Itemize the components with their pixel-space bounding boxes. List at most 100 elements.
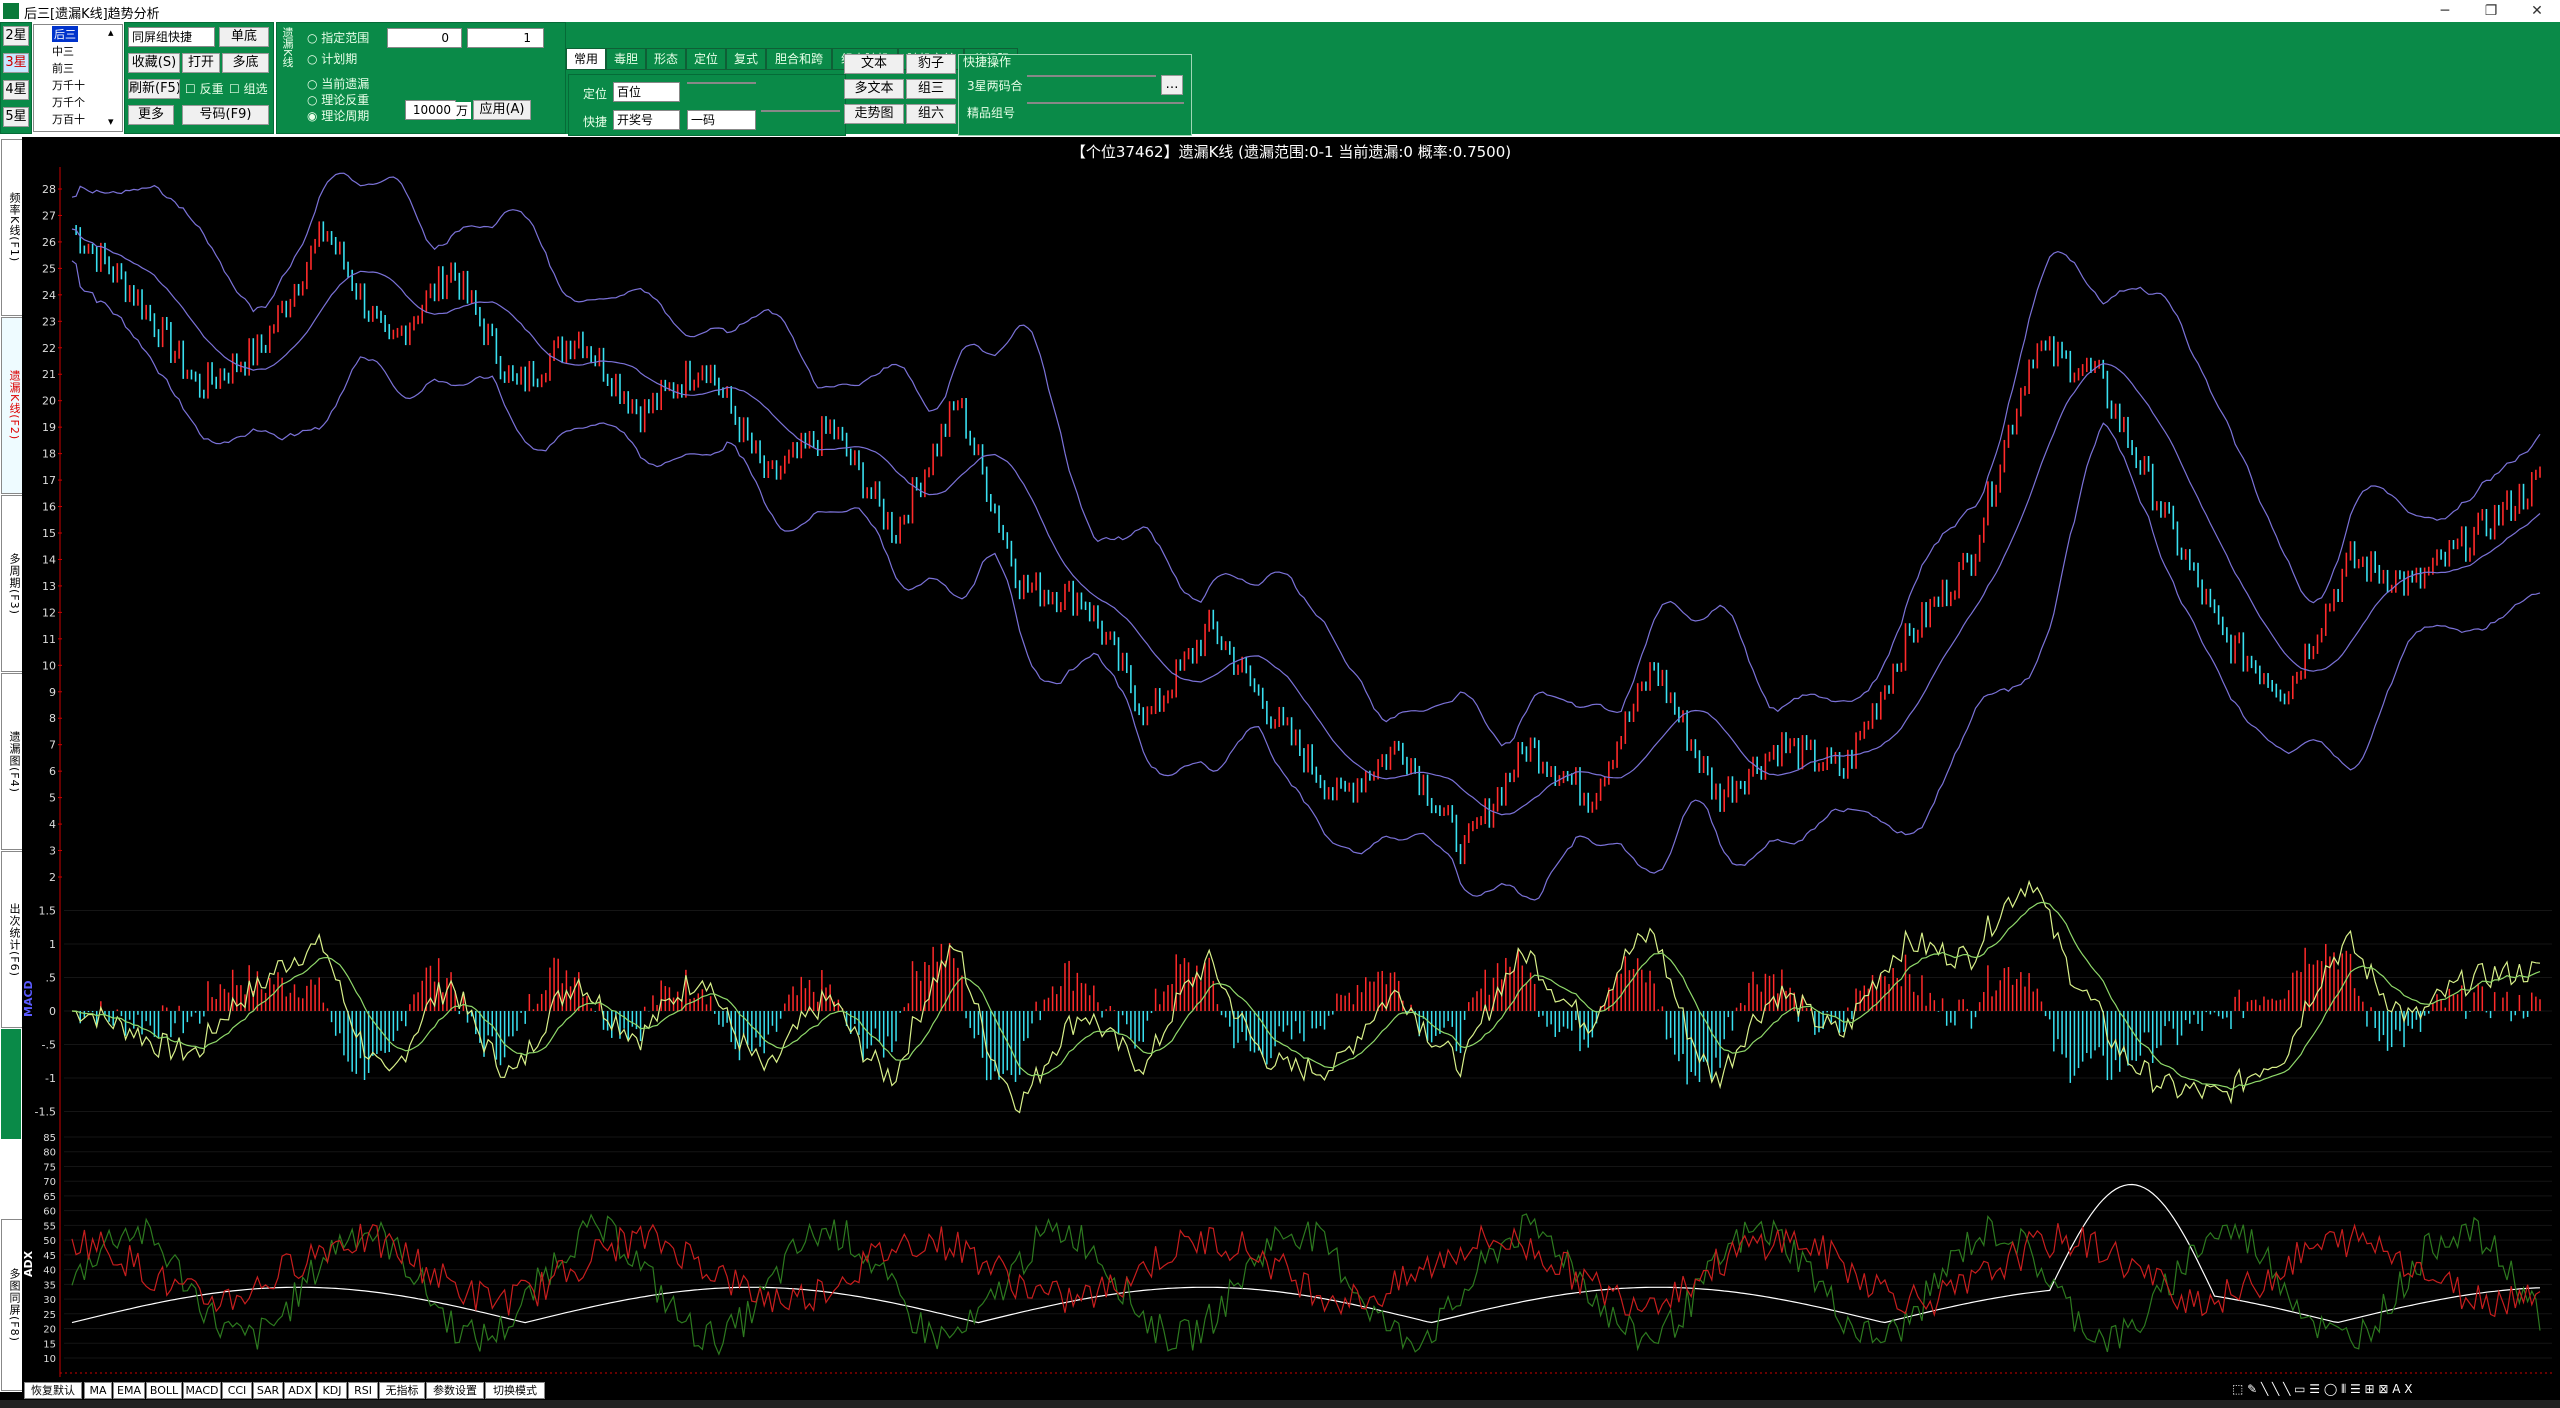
switch-mode-button[interactable]: 切换模式 [485,1382,545,1399]
periods-input[interactable]: 10000 [405,100,456,120]
opt-plan-radio[interactable]: ○ 计划期 [307,50,357,67]
star-3-button[interactable]: 3星 [3,53,29,73]
ma-button[interactable]: MA [84,1382,112,1399]
trend-button[interactable]: 走势图 [844,104,904,124]
tab-shape[interactable]: 形态 [646,48,686,70]
two-code-select[interactable] [1027,75,1156,77]
band-upper [71,172,2541,747]
sar-button[interactable]: SAR [253,1382,283,1399]
group6-button[interactable]: 组六 [906,104,956,124]
y-tick-label: 25 [42,262,56,275]
title-bar: 后三[遗漏K线]趋势分析 ─ ❐ ✕ [0,0,2560,23]
range-to-input[interactable]: 1 [467,28,544,48]
sidebar-item-multi-cycle[interactable]: 多周期(F3) [1,495,23,672]
list-item[interactable]: 前三 [52,60,74,76]
adx-tick-label: 45 [43,1251,56,1262]
opt-range-label: 指定范围 [321,31,370,45]
adx-tick-label: 60 [43,1207,56,1218]
position-select[interactable]: 百位 [613,82,680,102]
y-tick-label: 23 [42,315,56,328]
close-button[interactable]: ✕ [2514,0,2560,22]
list-item[interactable]: 中三 [52,43,74,59]
list-item[interactable]: 万千十 [52,77,85,93]
range-from-input[interactable]: 0 [387,28,462,48]
position-sub-select[interactable] [687,82,756,84]
sidebar-item-multi-screen[interactable]: 多图同屏(F8) [1,1219,23,1391]
quick-extra-select[interactable] [761,110,840,112]
group3-button[interactable]: 组三 [906,79,956,99]
combo-checkbox[interactable]: ☐ 组选 [229,80,268,97]
scroll-down-icon[interactable]: ▾ [108,115,114,128]
macd-tick-label: .5 [46,972,57,985]
opt-range-radio[interactable]: ○ 指定范围 [307,29,369,46]
multi-text-button[interactable]: 多文本 [844,79,904,99]
quick-sub-select[interactable]: 一码 [687,110,756,130]
code-button[interactable]: 号码(F9) [182,105,269,125]
rsi-button[interactable]: RSI [348,1382,378,1399]
sidebar-item-omission-kline[interactable]: 遗漏K线(F2) [1,317,23,494]
sidebar-item-omission-chart[interactable]: 遗漏图(F4) [1,673,23,850]
sidebar-item-frequency[interactable]: 频率K线(F1) [1,139,23,316]
reset-default-button[interactable]: 恢复默认 [24,1382,82,1399]
macd-tick-label: 1 [49,938,56,951]
position-list[interactable]: 后三 中三 前三 万千十 万千个 万百十 ▴ ▾ [33,24,123,132]
param-settings-button[interactable]: 参数设置 [426,1382,484,1399]
opt-plan-label: 计划期 [321,52,358,66]
single-button[interactable]: 单底 [219,27,269,47]
tab-position[interactable]: 定位 [686,48,726,70]
adx-button[interactable]: ADX [284,1382,316,1399]
list-item[interactable]: 后三 [52,26,78,42]
macd-tick-label: -1 [45,1072,56,1085]
quick-ops-label: 快捷操作 [963,55,1012,69]
opt-current-radio[interactable]: ○ 当前遗漏 [307,75,369,92]
macd-button[interactable]: MACD [183,1382,221,1399]
two-code-label: 3星两码合 [967,79,1023,93]
minimize-button[interactable]: ─ [2422,0,2468,22]
tab-compound[interactable]: 复式 [726,48,766,70]
leopard-button[interactable]: 豹子 [906,54,956,74]
star-5-button[interactable]: 5星 [3,107,29,127]
position-label: 定位 [583,87,608,101]
ellipsis-button[interactable]: … [1161,75,1183,95]
macd-tick-label: -1.5 [35,1106,56,1119]
y-tick-label: 17 [42,474,56,487]
tab-poison[interactable]: 毒胆 [606,48,646,70]
quick-select[interactable]: 开奖号 [613,110,680,130]
fine-group-select[interactable] [1027,102,1184,104]
opt-theory-cycle-radio[interactable]: ◉ 理论周期 [307,107,369,124]
list-item[interactable]: 万百十 [52,111,85,127]
tab-common[interactable]: 常用 [566,48,606,70]
multi-button[interactable]: 多底 [222,53,269,73]
screen-combo-select[interactable]: 同屏组快捷 [128,27,215,47]
no-indicator-button[interactable]: 无指标 [379,1382,425,1399]
open-button[interactable]: 打开 [182,53,220,73]
y-tick-label: 28 [42,183,56,196]
y-tick-label: 18 [42,448,56,461]
drawing-tools[interactable]: ⬚ ✎ ╲ ╲ ╲ ▭ ☰ ◯ ⫴ ☰ ⊞ ⊠ A X [2232,1382,2552,1398]
star-2-button[interactable]: 2星 [3,26,29,46]
refresh-button[interactable]: 刷新(F5) [128,79,180,99]
opt-theory-rev-radio[interactable]: ○ 理论反重 [307,91,369,108]
more-button[interactable]: 更多 [128,105,174,125]
scroll-up-icon[interactable]: ▴ [108,26,114,39]
sidebar-item-count-stats[interactable]: 出次统计(F6) [1,851,23,1028]
restore-button[interactable]: ❐ [2468,0,2514,22]
cci-button[interactable]: CCI [222,1382,252,1399]
ema-button[interactable]: EMA [113,1382,145,1399]
adx-line [71,1183,2541,1324]
favorite-button[interactable]: 收藏(S) [128,53,180,73]
tab-sum-span[interactable]: 胆合和跨 [766,48,832,70]
star-4-button[interactable]: 4星 [3,80,29,100]
y-tick-label: 19 [42,421,56,434]
kdj-button[interactable]: KDJ [317,1382,347,1399]
apply-button[interactable]: 应用(A) [473,100,531,120]
reverse-checkbox[interactable]: ☐ 反重 [185,80,224,97]
list-item[interactable]: 万千个 [52,94,85,110]
y-tick-label: 2 [49,871,56,884]
boll-button[interactable]: BOLL [146,1382,182,1399]
kline-chart[interactable]: 2827262524232221201918171615141312111098… [22,137,2560,1381]
y-tick-label: 5 [49,792,56,805]
text-button[interactable]: 文本 [844,54,904,74]
opt-current-label: 当前遗漏 [321,77,370,91]
y-tick-label: 22 [42,342,56,355]
